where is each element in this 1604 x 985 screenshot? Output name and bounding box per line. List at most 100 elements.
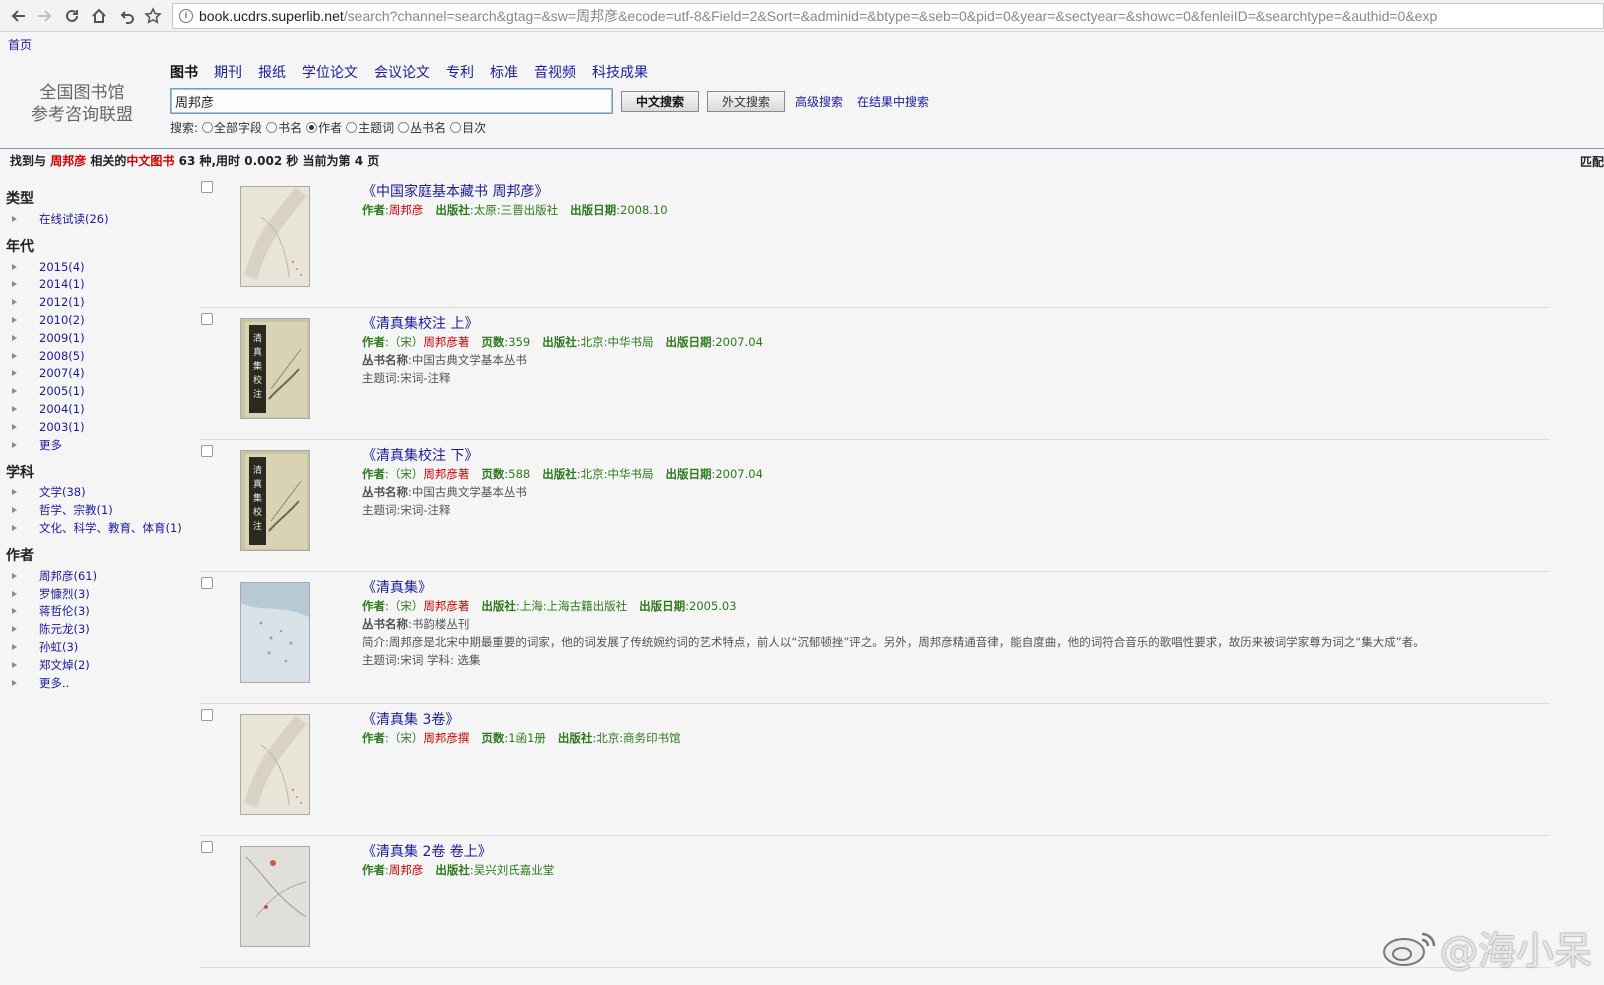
home-link[interactable]: 首页 [8, 36, 32, 53]
channel-tab-2[interactable]: 报纸 [258, 62, 286, 82]
book-cover-image[interactable] [240, 582, 310, 683]
expand-triangle-icon[interactable] [12, 507, 17, 514]
result-title-link[interactable]: 《清真集 2卷 卷上》 [362, 844, 492, 860]
facet-item-subject[interactable]: 文学(38) [6, 484, 196, 502]
channel-tab-3[interactable]: 学位论文 [302, 62, 358, 82]
foreign-search-button[interactable]: 外文搜索 [707, 90, 786, 112]
book-cover-image[interactable]: 清真集校注 [240, 450, 310, 551]
expand-triangle-icon[interactable] [12, 525, 17, 532]
facet-item-year[interactable]: 2004(1) [6, 400, 196, 418]
expand-triangle-icon[interactable] [12, 406, 17, 413]
facet-link[interactable]: 文学(38) [39, 484, 86, 500]
facet-link[interactable]: 周邦彦(61) [39, 568, 97, 584]
channel-tab-8[interactable]: 科技成果 [592, 62, 648, 82]
facet-link[interactable]: 2015(4) [39, 260, 85, 274]
expand-triangle-icon[interactable] [12, 679, 17, 686]
scope-label-2[interactable]: 作者 [318, 119, 342, 136]
scope-radio-0[interactable] [202, 122, 214, 133]
expand-triangle-icon[interactable] [12, 572, 17, 579]
facet-link[interactable]: 陈元龙(3) [39, 621, 90, 637]
result-checkbox[interactable] [201, 313, 213, 325]
facet-item-year[interactable]: 2012(1) [6, 293, 196, 311]
result-title-link[interactable]: 《清真集校注 下》 [362, 448, 478, 464]
facet-link[interactable]: 2014(1) [39, 277, 85, 291]
site-info-icon[interactable]: i [179, 8, 193, 23]
expand-triangle-icon[interactable] [12, 644, 17, 651]
facet-item-type[interactable]: 在线试读(26) [6, 210, 196, 228]
search-input[interactable] [170, 88, 613, 114]
forward-arrow-icon[interactable] [31, 2, 58, 30]
result-checkbox[interactable] [201, 709, 213, 721]
facet-link[interactable]: 2005(1) [39, 384, 85, 398]
scope-label-1[interactable]: 书名 [278, 119, 302, 136]
back-arrow-icon[interactable] [4, 2, 31, 30]
expand-triangle-icon[interactable] [12, 299, 17, 306]
channel-tab-0[interactable]: 图书 [170, 62, 198, 82]
channel-tab-7[interactable]: 音视频 [534, 62, 576, 82]
bookmark-star-icon[interactable] [139, 2, 166, 30]
facet-link[interactable]: 更多 [39, 437, 62, 453]
result-title-link[interactable]: 《清真集 3卷》 [362, 712, 459, 728]
result-checkbox[interactable] [201, 577, 213, 589]
expand-triangle-icon[interactable] [12, 608, 17, 615]
scope-radio-5[interactable] [450, 122, 462, 133]
book-cover-image[interactable]: 清真集校注 [240, 318, 310, 419]
facet-link[interactable]: 罗慷烈(3) [39, 586, 90, 602]
match-sort-label[interactable]: 匹配 [1580, 153, 1604, 170]
facet-item-year[interactable]: 2010(2) [6, 311, 196, 329]
result-title-link[interactable]: 《中国家庭基本藏书 周邦彦》 [362, 184, 548, 200]
facet-item-author[interactable]: 郑文焯(2) [6, 656, 196, 674]
facet-item-year[interactable]: 2015(4) [6, 258, 196, 276]
facet-link[interactable]: 孙虹(3) [39, 639, 78, 655]
book-cover-image[interactable] [240, 846, 310, 947]
book-cover-image[interactable] [240, 714, 310, 815]
facet-link[interactable]: 2012(1) [39, 295, 85, 309]
expand-triangle-icon[interactable] [12, 626, 17, 633]
facet-link[interactable]: 2009(1) [39, 331, 85, 345]
book-cover-image[interactable] [240, 186, 310, 287]
facet-link[interactable]: 蒋哲伦(3) [39, 603, 90, 619]
result-title-link[interactable]: 《清真集校注 上》 [362, 316, 478, 332]
chinese-search-button[interactable]: 中文搜索 [621, 90, 700, 112]
facet-item-author[interactable]: 蒋哲伦(3) [6, 603, 196, 621]
scope-radio-3[interactable] [346, 122, 358, 133]
channel-tab-6[interactable]: 标准 [490, 62, 518, 82]
facet-link[interactable]: 2004(1) [39, 402, 85, 416]
scope-label-4[interactable]: 丛书名 [410, 119, 446, 136]
facet-link[interactable]: 文化、科学、教育、体育(1) [39, 520, 182, 536]
scope-label-5[interactable]: 目次 [462, 119, 486, 136]
facet-link[interactable]: 2008(5) [39, 349, 85, 363]
facet-item-subject[interactable]: 哲学、宗教(1) [6, 501, 196, 519]
expand-triangle-icon[interactable] [12, 352, 17, 359]
scope-label-3[interactable]: 主题词 [358, 119, 394, 136]
scope-radio-1[interactable] [266, 122, 278, 133]
facet-item-year[interactable]: 2008(5) [6, 347, 196, 365]
reload-icon[interactable] [58, 2, 85, 30]
expand-triangle-icon[interactable] [12, 388, 17, 395]
facet-item-year[interactable]: 更多 [6, 436, 196, 454]
result-title-link[interactable]: 《清真集》 [362, 580, 432, 596]
facet-item-author[interactable]: 罗慷烈(3) [6, 585, 196, 603]
facet-link[interactable]: 哲学、宗教(1) [39, 502, 113, 518]
facet-item-subject[interactable]: 文化、科学、教育、体育(1) [6, 519, 196, 537]
home-icon[interactable] [85, 2, 112, 30]
scope-label-0[interactable]: 全部字段 [214, 119, 262, 136]
facet-link[interactable]: 2010(2) [39, 313, 85, 327]
facet-link[interactable]: 2007(4) [39, 366, 85, 380]
undo-icon[interactable] [112, 2, 139, 30]
facet-link[interactable]: 2003(1) [39, 420, 85, 434]
scope-radio-4[interactable] [398, 122, 410, 133]
facet-item-year[interactable]: 2005(1) [6, 382, 196, 400]
search-in-results-link[interactable]: 在结果中搜索 [857, 93, 929, 110]
facet-link[interactable]: 更多.. [39, 675, 69, 691]
advanced-search-link[interactable]: 高级搜索 [795, 93, 843, 110]
facet-item-year[interactable]: 2007(4) [6, 365, 196, 383]
site-logo[interactable]: 全国图书馆 参考咨询联盟 [22, 82, 142, 126]
expand-triangle-icon[interactable] [12, 590, 17, 597]
facet-item-year[interactable]: 2009(1) [6, 329, 196, 347]
expand-triangle-icon[interactable] [12, 423, 17, 430]
expand-triangle-icon[interactable] [12, 370, 17, 377]
expand-triangle-icon[interactable] [12, 215, 17, 222]
facet-link[interactable]: 郑文焯(2) [39, 657, 90, 673]
facet-link[interactable]: 在线试读(26) [39, 211, 109, 227]
